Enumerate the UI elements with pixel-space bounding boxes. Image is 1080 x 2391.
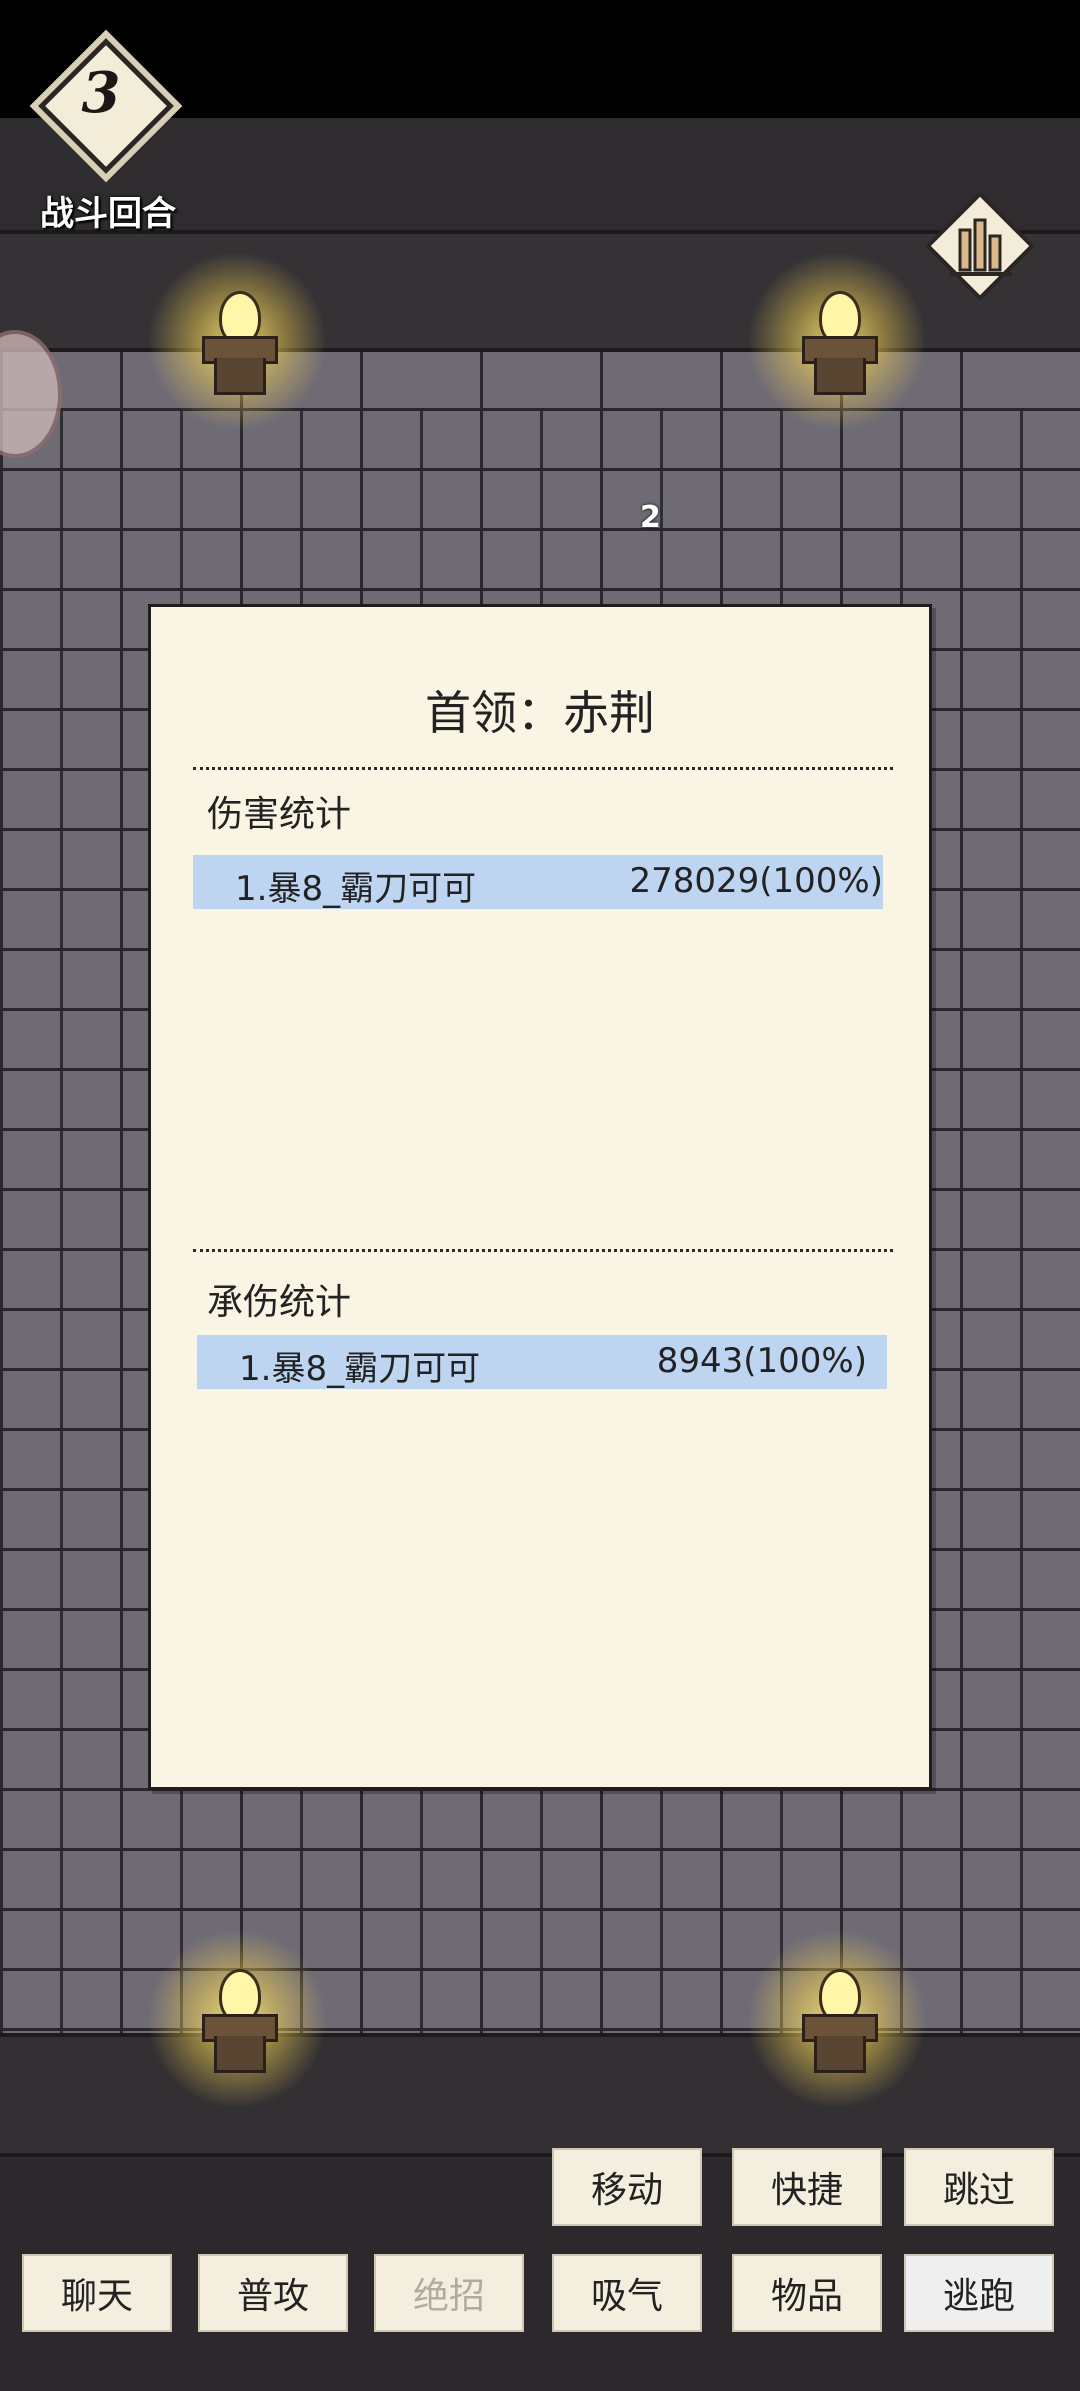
torch-icon (747, 1929, 927, 2109)
round-number: 3 (81, 60, 121, 126)
quick-button[interactable]: 快捷 (732, 2148, 882, 2226)
boss-title: 首领：赤荆 (425, 686, 655, 740)
torch-icon (147, 251, 327, 431)
battle-stats-panel[interactable]: 首领：赤荆 伤害统计 1.暴8_霸刀可可 278029(100%) 承伤统计 1… (148, 604, 932, 1790)
divider (193, 767, 893, 770)
player-name: 1.暴8_霸刀可可 (239, 1349, 481, 1389)
table-row: 1.暴8_霸刀可可 8943(100%) (197, 1335, 887, 1389)
round-badge: 3 (38, 38, 174, 174)
round-label: 战斗回合 (40, 194, 176, 234)
divider (193, 1249, 893, 1252)
move-button[interactable]: 移动 (552, 2148, 702, 2226)
flee-button[interactable]: 逃跑 (904, 2254, 1054, 2332)
torch-icon (147, 1929, 327, 2109)
items-button[interactable]: 物品 (732, 2254, 882, 2332)
damage-section-label: 伤害统计 (207, 794, 352, 835)
breathe-button[interactable]: 吸气 (552, 2254, 702, 2332)
chat-button[interactable]: 聊天 (22, 2254, 172, 2332)
floating-number: 2 (640, 500, 661, 535)
ultimate-button[interactable]: 绝招 (374, 2254, 524, 2332)
attack-button[interactable]: 普攻 (198, 2254, 348, 2332)
bar-chart-icon[interactable] (920, 190, 1040, 302)
table-row: 1.暴8_霸刀可可 278029(100%) (193, 855, 883, 909)
taken-value: 8943(100%) (656, 1341, 867, 1381)
skip-button[interactable]: 跳过 (904, 2148, 1054, 2226)
player-name: 1.暴8_霸刀可可 (235, 869, 477, 909)
damage-value: 278029(100%) (629, 861, 883, 901)
taken-section-label: 承伤统计 (207, 1282, 352, 1323)
torch-icon (747, 251, 927, 431)
